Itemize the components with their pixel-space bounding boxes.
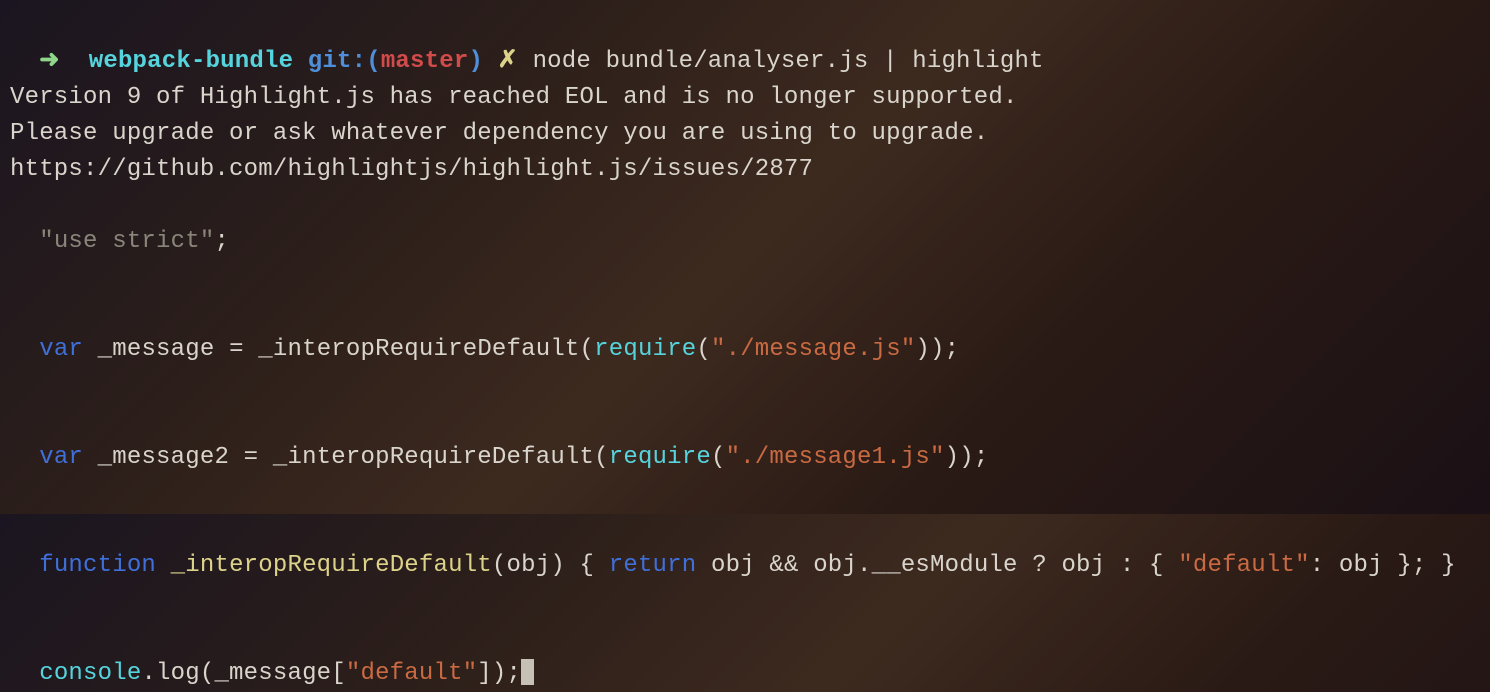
warning-line-3: https://github.com/highlightjs/highlight…	[10, 152, 1480, 188]
string-key: "default"	[1178, 552, 1309, 579]
identifier: _message2	[98, 444, 229, 471]
prompt-line[interactable]: ➜ webpack-bundle git:(master) ✗ node bun…	[10, 8, 1480, 80]
console-object: console	[39, 660, 141, 687]
keyword-return: return	[609, 552, 697, 579]
string-literal: "use strict"	[39, 228, 214, 255]
keyword-function: function	[39, 552, 156, 579]
blank-line	[10, 584, 1480, 620]
log-call: .log(_message[	[141, 660, 345, 687]
function-body-tail: : obj }; }	[1310, 552, 1456, 579]
dirty-mark-icon: ✗	[498, 48, 518, 75]
code-console-log: console.log(_message["default"]);	[10, 620, 1480, 692]
function-params: (obj)	[492, 552, 565, 579]
code-use-strict: "use strict";	[10, 188, 1480, 260]
keyword-var: var	[39, 336, 83, 363]
func-ref: _interopRequireDefault	[258, 336, 579, 363]
string-path: "./message.js"	[711, 336, 915, 363]
code-var-message2: var _message2 = _interopRequireDefault(r…	[10, 404, 1480, 476]
warning-line-2: Please upgrade or ask whatever dependenc…	[10, 116, 1480, 152]
function-name: _interopRequireDefault	[171, 552, 492, 579]
log-close: ]);	[477, 660, 521, 687]
blank-line	[10, 260, 1480, 296]
warning-line-1: Version 9 of Highlight.js has reached EO…	[10, 80, 1480, 116]
git-branch: master	[381, 48, 469, 75]
require-call: require	[594, 336, 696, 363]
string-path: "./message1.js"	[726, 444, 945, 471]
git-label: git:(	[308, 48, 381, 75]
code-function-def: function _interopRequireDefault(obj) { r…	[10, 512, 1480, 584]
code-var-message: var _message = _interopRequireDefault(re…	[10, 296, 1480, 368]
function-body: obj && obj.__esModule ? obj : {	[711, 552, 1178, 579]
identifier: _message	[98, 336, 215, 363]
blank-line	[10, 368, 1480, 404]
blank-line	[10, 476, 1480, 512]
prompt-dir: webpack-bundle	[89, 48, 293, 75]
prompt-arrow-icon: ➜	[39, 48, 59, 75]
string-key: "default"	[346, 660, 477, 687]
func-ref: _interopRequireDefault	[273, 444, 594, 471]
require-call: require	[609, 444, 711, 471]
keyword-var: var	[39, 444, 83, 471]
command-text: node bundle/analyser.js | highlight	[533, 48, 1044, 75]
git-close: )	[468, 48, 483, 75]
cursor-icon	[521, 659, 534, 685]
